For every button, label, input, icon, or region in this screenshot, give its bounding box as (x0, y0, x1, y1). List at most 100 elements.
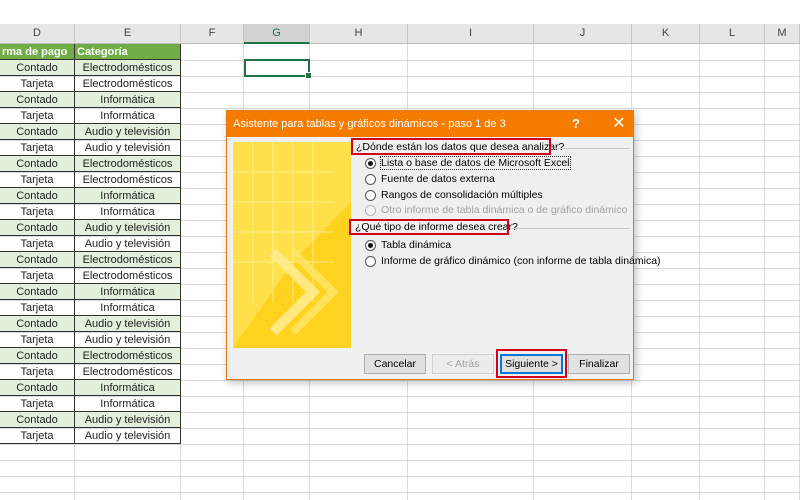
radio-button-icon[interactable] (365, 239, 376, 251)
radio-button-icon[interactable] (365, 157, 376, 169)
row-gridline (0, 476, 800, 477)
wizard-illustration (233, 142, 351, 348)
payment-method-cell[interactable]: Contado (0, 316, 75, 332)
next-button-highlight (496, 349, 567, 378)
column-header-k[interactable]: K (632, 24, 700, 44)
payment-method-cell[interactable]: Tarjeta (0, 300, 75, 316)
column-header-d[interactable]: D (0, 24, 75, 44)
table-header-cell[interactable]: rma de pago (0, 44, 75, 60)
category-cell[interactable]: Informática (75, 284, 181, 300)
category-cell[interactable]: Electrodomésticos (75, 76, 181, 92)
payment-method-cell[interactable]: Tarjeta (0, 204, 75, 220)
radio-button-icon[interactable] (365, 173, 376, 185)
radio-button-icon[interactable] (365, 255, 376, 267)
finish-button[interactable]: Finalizar (568, 354, 630, 374)
table-header-cell[interactable]: Categoría (75, 44, 181, 60)
source-separator (554, 148, 630, 149)
source-option-label: Rangos de consolidación múltiples (381, 189, 543, 201)
payment-method-cell[interactable]: Tarjeta (0, 396, 75, 412)
payment-method-cell[interactable]: Contado (0, 188, 75, 204)
payment-method-cell[interactable]: Tarjeta (0, 76, 75, 92)
payment-method-cell[interactable]: Tarjeta (0, 428, 75, 444)
category-cell[interactable]: Electrodomésticos (75, 172, 181, 188)
column-header-l[interactable]: L (700, 24, 765, 44)
payment-method-cell[interactable]: Contado (0, 124, 75, 140)
cancel-button[interactable]: Cancelar (364, 354, 426, 374)
radio-button-icon[interactable] (365, 189, 376, 201)
payment-method-cell[interactable]: Tarjeta (0, 236, 75, 252)
category-cell[interactable]: Electrodomésticos (75, 364, 181, 380)
column-header-m[interactable]: M (765, 24, 800, 44)
report-option-pivot-table[interactable]: Tabla dinámica (365, 238, 451, 252)
report-option-label: Informe de gráfico dinámico (con informe… (381, 255, 661, 267)
payment-method-cell[interactable]: Tarjeta (0, 268, 75, 284)
payment-method-cell[interactable]: Tarjeta (0, 332, 75, 348)
category-cell[interactable]: Audio y televisión (75, 140, 181, 156)
payment-method-cell[interactable]: Tarjeta (0, 140, 75, 156)
active-cell-selection[interactable] (244, 59, 312, 79)
report-option-pivot-chart[interactable]: Informe de gráfico dinámico (con informe… (365, 254, 661, 268)
dialog-title-bar[interactable]: Asistente para tablas y gráficos dinámic… (227, 111, 633, 137)
category-cell[interactable]: Informática (75, 380, 181, 396)
source-option-excel[interactable]: Lista o base de datos de Microsoft Excel (365, 156, 571, 170)
source-option-label: Fuente de datos externa (381, 173, 495, 185)
close-icon[interactable]: ✕ (607, 111, 631, 137)
source-option-label: Otro informe de tabla dinámica o de gráf… (381, 204, 628, 216)
column-header-h[interactable]: H (310, 24, 408, 44)
source-option-consolidation[interactable]: Rangos de consolidación múltiples (365, 188, 543, 202)
radio-button-icon (365, 204, 376, 216)
payment-method-cell[interactable]: Contado (0, 252, 75, 268)
column-header-e[interactable]: E (75, 24, 181, 44)
source-option-external[interactable]: Fuente de datos externa (365, 172, 495, 186)
column-gridline (699, 44, 700, 500)
source-option-label: Lista o base de datos de Microsoft Excel (380, 156, 571, 170)
column-header-i[interactable]: I (408, 24, 534, 44)
row-gridline (0, 444, 800, 445)
payment-method-cell[interactable]: Contado (0, 92, 75, 108)
column-gridline (764, 44, 765, 500)
category-cell[interactable]: Informática (75, 188, 181, 204)
category-cell[interactable]: Electrodomésticos (75, 60, 181, 76)
source-option-other-report: Otro informe de tabla dinámica o de gráf… (365, 203, 627, 217)
category-cell[interactable]: Electrodomésticos (75, 268, 181, 284)
pivot-wizard-dialog: Asistente para tablas y gráficos dinámic… (226, 110, 661, 380)
category-cell[interactable]: Audio y televisión (75, 332, 181, 348)
category-cell[interactable]: Informática (75, 92, 181, 108)
column-header-g[interactable]: G (244, 24, 310, 44)
category-cell[interactable]: Electrodomésticos (75, 156, 181, 172)
column-header-j[interactable]: J (534, 24, 632, 44)
row-gridline (0, 460, 800, 461)
top-blank-area (0, 0, 800, 24)
payment-method-cell[interactable]: Tarjeta (0, 172, 75, 188)
payment-method-cell[interactable]: Contado (0, 156, 75, 172)
category-cell[interactable]: Audio y televisión (75, 428, 181, 444)
category-cell[interactable]: Informática (75, 300, 181, 316)
category-cell[interactable]: Audio y televisión (75, 220, 181, 236)
category-cell[interactable]: Electrodomésticos (75, 252, 181, 268)
category-cell[interactable]: Audio y televisión (75, 316, 181, 332)
report-option-label: Tabla dinámica (381, 239, 452, 251)
payment-method-cell[interactable]: Contado (0, 60, 75, 76)
category-cell[interactable]: Electrodomésticos (75, 348, 181, 364)
column-header-f[interactable]: F (181, 24, 244, 44)
category-cell[interactable]: Informática (75, 396, 181, 412)
payment-method-cell[interactable]: Contado (0, 380, 75, 396)
row-gridline (0, 492, 800, 493)
category-cell[interactable]: Audio y televisión (75, 412, 181, 428)
help-icon[interactable]: ? (572, 111, 580, 137)
back-button: < Atrás (432, 354, 494, 374)
payment-method-cell[interactable]: Contado (0, 412, 75, 428)
payment-method-cell[interactable]: Contado (0, 220, 75, 236)
category-cell[interactable]: Audio y televisión (75, 124, 181, 140)
category-cell[interactable]: Informática (75, 108, 181, 124)
category-cell[interactable]: Informática (75, 204, 181, 220)
dialog-title: Asistente para tablas y gráficos dinámic… (233, 118, 506, 130)
report-separator (512, 228, 630, 229)
payment-method-cell[interactable]: Contado (0, 348, 75, 364)
category-cell[interactable]: Audio y televisión (75, 236, 181, 252)
payment-method-cell[interactable]: Tarjeta (0, 108, 75, 124)
payment-method-cell[interactable]: Tarjeta (0, 364, 75, 380)
source-question-highlight (351, 138, 551, 155)
payment-method-cell[interactable]: Contado (0, 284, 75, 300)
report-question-highlight (349, 219, 509, 235)
